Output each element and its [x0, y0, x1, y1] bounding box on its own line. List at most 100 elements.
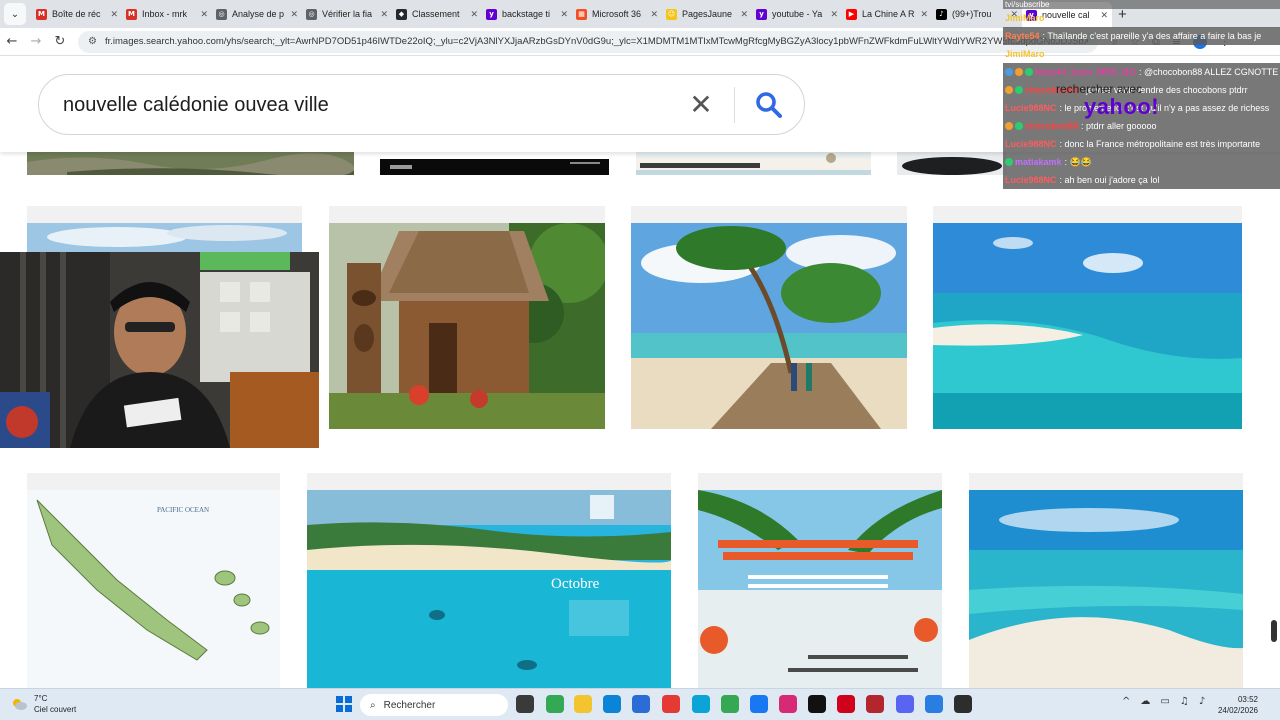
- image-result-lagoon[interactable]: [933, 206, 1242, 446]
- browser-tab-label: Vérifier la fia: [322, 9, 373, 19]
- image-result-poster[interactable]: [698, 473, 942, 688]
- image-result-partial-3[interactable]: [636, 152, 871, 175]
- chat-badge-icon: [1015, 68, 1023, 76]
- reload-icon[interactable]: ↻: [48, 34, 72, 49]
- terminal-app-icon[interactable]: [954, 695, 972, 713]
- close-tab-icon[interactable]: ✕: [470, 9, 478, 20]
- vpn-app-icon[interactable]: [925, 695, 943, 713]
- youtube-icon: ▶: [846, 8, 857, 20]
- chrome-profile-icon[interactable]: [721, 695, 739, 713]
- network-icon[interactable]: ▭: [1160, 696, 1169, 707]
- taskbar-search[interactable]: ⌕ Rechercher: [360, 694, 508, 716]
- back-arrow-icon[interactable]: ←: [0, 34, 24, 49]
- browser-tab[interactable]: y backstage ti ✕: [482, 3, 572, 25]
- windows-start-icon[interactable]: [336, 696, 352, 712]
- browser-tab-label: Classement: [412, 9, 460, 19]
- search-box: ✕: [38, 74, 805, 135]
- clock-date: 24/02/2026: [1217, 706, 1258, 715]
- chat-username: Lucie988NC: [1005, 175, 1057, 185]
- chat-text: : ah ben oui j'adore ça lol: [1059, 175, 1160, 185]
- discord-app-icon[interactable]: [896, 695, 914, 713]
- image-result-partial-1[interactable]: [27, 152, 354, 175]
- image-result-hut[interactable]: [329, 206, 605, 446]
- webcam-overlay: [0, 252, 319, 448]
- clear-search-icon[interactable]: ✕: [685, 89, 717, 121]
- browser-tab-label: Analyse de p: [232, 9, 285, 19]
- close-tab-icon[interactable]: ✕: [200, 9, 208, 20]
- tiktok-app-icon[interactable]: [808, 695, 826, 713]
- image-result-partial-4[interactable]: [897, 152, 1007, 175]
- chat-badge-icon: [1015, 122, 1023, 130]
- close-tab-icon[interactable]: ✕: [650, 9, 658, 20]
- image-result-sandbar[interactable]: [969, 473, 1243, 688]
- task-view-icon[interactable]: [516, 695, 534, 713]
- chat-text: : 😂😂: [1064, 157, 1092, 167]
- microphone-icon[interactable]: ♫: [1180, 696, 1189, 707]
- cloud-sun-icon: [13, 699, 27, 710]
- chrome-app-icon[interactable]: [546, 695, 564, 713]
- browser-tab[interactable]: ◎ Vérifier la fia ✕: [302, 3, 392, 25]
- browser-tab[interactable]: M Boîte de réc ✕: [32, 3, 122, 25]
- yahoo-logo: yahoo!: [1084, 94, 1160, 119]
- globe-icon: ◎: [306, 8, 317, 20]
- taskbar-clock[interactable]: 03:52 24/02/2026: [1216, 694, 1258, 716]
- close-tab-icon[interactable]: ✕: [740, 9, 748, 20]
- image-result-map[interactable]: PACIFIC OCEAN: [27, 473, 280, 688]
- microsoft-icon: ▦: [576, 8, 587, 20]
- browser-tab[interactable]: M Inbox - mrk ✕: [122, 3, 212, 25]
- chat-app-icon[interactable]: [692, 695, 710, 713]
- browser-tab[interactable]: ◆ Classement ✕: [392, 3, 482, 25]
- close-tab-icon[interactable]: ✕: [110, 9, 118, 20]
- image-result-partial-2[interactable]: [380, 152, 609, 175]
- close-tab-icon[interactable]: ✕: [920, 9, 928, 20]
- facebook-app-icon[interactable]: [750, 695, 768, 713]
- weather-temperature: 7°C: [34, 694, 48, 703]
- image-result-beach-path[interactable]: [631, 206, 907, 446]
- tab-list: M Boîte de réc ✕ M Inbox - mrk ✕ ◎ Analyse de p…: [32, 0, 1112, 28]
- search-input[interactable]: [63, 89, 623, 121]
- chat-message: JimiMaro: [1003, 9, 1280, 27]
- tiktok-icon: ♪: [936, 8, 947, 20]
- image-result-calendar[interactable]: Octobre: [307, 473, 671, 688]
- cloud-icon[interactable]: ☁: [1140, 696, 1150, 707]
- anydesk-app-icon[interactable]: [662, 695, 680, 713]
- taskbar-search-label: Rechercher: [383, 699, 436, 711]
- windows-taskbar: 7°C Ciel couvert ⌕ Rechercher ^ ☁ ▭ ♫ ♪ …: [0, 688, 1280, 720]
- close-tab-icon[interactable]: ✕: [830, 9, 838, 20]
- page-scrollbar-thumb[interactable]: [1271, 620, 1277, 642]
- chat-username: matiakamk: [1015, 157, 1062, 167]
- clock-time: 03:52: [1237, 695, 1258, 704]
- browser-tab[interactable]: ▦ Microsoft 36 ✕: [572, 3, 662, 25]
- yahoo-icon: y: [486, 8, 497, 20]
- browser-tab[interactable]: ▶ La Chine A R ✕: [842, 3, 932, 25]
- opera-app-icon[interactable]: [837, 695, 855, 713]
- close-tab-icon[interactable]: ✕: [560, 9, 568, 20]
- volume-icon[interactable]: ♪: [1199, 696, 1205, 707]
- browser-tab-label: PagesJaune: [682, 9, 733, 19]
- tray-overflow-icon[interactable]: ^: [1122, 696, 1130, 707]
- browser-tab[interactable]: ◎ Analyse de p ✕: [212, 3, 302, 25]
- file-explorer-icon[interactable]: [574, 695, 592, 713]
- globe-icon: ◎: [216, 8, 227, 20]
- chat-message: Rayte54: Thaïlande c'est pareille y'a de…: [1003, 27, 1280, 45]
- chat-badge-icon: [1005, 158, 1013, 166]
- chat-username: JimiMaro: [1005, 49, 1045, 59]
- store-app-icon[interactable]: [632, 695, 650, 713]
- tab-search-menu-button[interactable]: ⌄: [4, 3, 26, 25]
- search-icon[interactable]: [753, 89, 785, 121]
- site-info-icon[interactable]: ⚙: [88, 36, 97, 47]
- close-tab-icon[interactable]: ✕: [380, 9, 388, 20]
- forward-arrow-icon[interactable]: →: [24, 34, 48, 49]
- close-tab-icon[interactable]: ✕: [290, 9, 298, 20]
- browser-tab[interactable]: y youtube - Ya ✕: [752, 3, 842, 25]
- chat-username: JimiMaro: [1005, 13, 1045, 23]
- weather-widget[interactable]: 7°C Ciel couvert: [10, 693, 76, 715]
- chat-username: Rayte54: [1005, 31, 1040, 41]
- browser-tab[interactable]: ☺ PagesJaune ✕: [662, 3, 752, 25]
- chat-username: Lucie988NC: [1005, 139, 1057, 149]
- shield-app-icon[interactable]: [866, 695, 884, 713]
- address-bar[interactable]: ⚙ fr.images.search.yahoo.com/yhs/search;…: [78, 30, 1098, 53]
- instagram-app-icon[interactable]: [779, 695, 797, 713]
- edge-app-icon[interactable]: [603, 695, 621, 713]
- browser-tab-label: (99+)Trou: [952, 9, 992, 19]
